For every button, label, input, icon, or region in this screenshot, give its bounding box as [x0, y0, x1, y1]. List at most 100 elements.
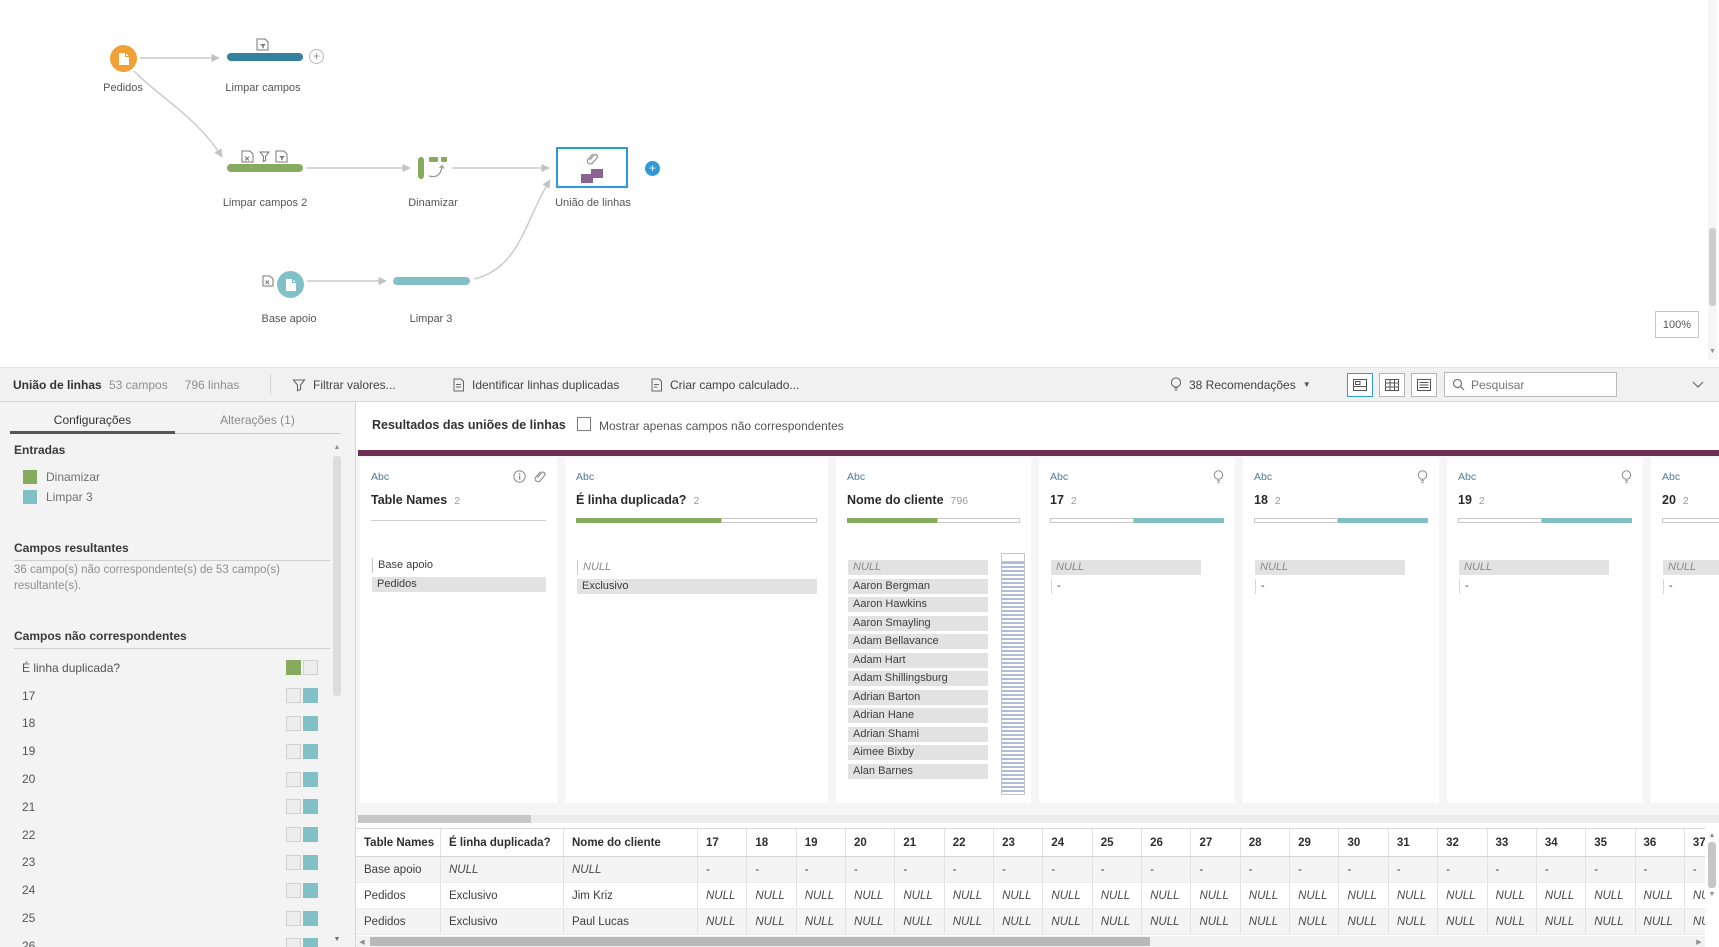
grid-cell[interactable]: NULL: [1685, 909, 1705, 934]
field-value[interactable]: Adrian Hane: [848, 708, 988, 723]
grid-cell[interactable]: -: [1142, 857, 1191, 882]
field-value[interactable]: Adam Shillingsburg: [848, 671, 988, 686]
field-value[interactable]: Aimee Bixby: [848, 745, 988, 760]
grid-header-cell[interactable]: 25: [1093, 829, 1142, 856]
grid-cell[interactable]: NULL: [797, 909, 846, 934]
field-value[interactable]: NULL: [577, 560, 817, 575]
field-value[interactable]: NULL: [1459, 560, 1609, 575]
scrollbar-thumb[interactable]: [370, 937, 1150, 946]
grid-cell[interactable]: NULL: [994, 909, 1043, 934]
grid-cell[interactable]: NULL: [1142, 909, 1191, 934]
flow-node-base-apoio[interactable]: [277, 271, 304, 298]
grid-cell[interactable]: NULL: [1043, 909, 1092, 934]
scroll-down-icon[interactable]: ▼: [332, 936, 342, 943]
mismatched-field-row[interactable]: 26: [0, 932, 356, 947]
field-value[interactable]: NULL: [1255, 560, 1405, 575]
mismatched-field-row[interactable]: 20: [0, 765, 356, 793]
grid-cell[interactable]: Exclusivo: [441, 883, 564, 908]
flow-node-uniao-de-linhas[interactable]: [556, 147, 628, 188]
grid-cell[interactable]: -: [797, 857, 846, 882]
grid-cell[interactable]: Exclusivo: [441, 909, 564, 934]
scroll-up-icon[interactable]: ▲: [1705, 832, 1719, 839]
field-card[interactable]: AbcTable Names2Base apoioPedidos: [360, 458, 557, 803]
scroll-down-icon[interactable]: ▼: [1705, 891, 1719, 898]
grid-cell[interactable]: -: [1191, 857, 1240, 882]
grid-cell[interactable]: NULL: [1636, 883, 1685, 908]
grid-header-cell[interactable]: 18: [747, 829, 796, 856]
grid-cell[interactable]: NULL: [1537, 909, 1586, 934]
grid-cell[interactable]: NULL: [747, 883, 796, 908]
grid-header-cell[interactable]: 24: [1043, 829, 1092, 856]
field-value[interactable]: Adam Hart: [848, 653, 988, 668]
input-item-dinamizar[interactable]: Dinamizar: [23, 470, 100, 484]
mismatched-field-row[interactable]: 22: [0, 821, 356, 849]
grid-cell[interactable]: -: [994, 857, 1043, 882]
grid-cell[interactable]: NULL: [1191, 883, 1240, 908]
canvas-zoom-level[interactable]: 100%: [1655, 311, 1699, 338]
sidebar-scrollbar[interactable]: ▲ ▼: [332, 446, 342, 943]
grid-header-cell[interactable]: É linha duplicada?: [441, 829, 564, 856]
grid-cell[interactable]: -: [895, 857, 944, 882]
view-toggle-grid[interactable]: [1379, 373, 1405, 397]
cards-horizontal-scrollbar[interactable]: [358, 815, 1719, 823]
field-card[interactable]: Abc182NULL-: [1243, 458, 1439, 803]
field-value[interactable]: Exclusivo: [577, 579, 817, 594]
filter-values-button[interactable]: Filtrar valores...: [292, 368, 396, 401]
grid-cell[interactable]: NULL: [1339, 883, 1388, 908]
flow-node-limpar-3[interactable]: [393, 277, 470, 285]
mismatched-field-row[interactable]: 25: [0, 904, 356, 932]
grid-cell[interactable]: -: [846, 857, 895, 882]
scroll-up-icon[interactable]: ▲: [332, 444, 342, 451]
grid-cell[interactable]: -: [1537, 857, 1586, 882]
grid-horizontal-scrollbar[interactable]: ◀ ▶: [356, 936, 1705, 947]
grid-header-cell[interactable]: 29: [1290, 829, 1339, 856]
scroll-right-icon[interactable]: ▶: [1693, 938, 1705, 946]
grid-cell[interactable]: NULL: [1488, 909, 1537, 934]
grid-cell[interactable]: NULL: [1438, 909, 1487, 934]
field-card[interactable]: Abc192NULL-: [1447, 458, 1643, 803]
grid-cell[interactable]: NULL: [1438, 883, 1487, 908]
lightbulb-icon[interactable]: [1417, 470, 1428, 484]
show-only-mismatched-checkbox[interactable]: [577, 417, 591, 431]
grid-cell[interactable]: NULL: [945, 909, 994, 934]
field-card[interactable]: Abc172NULL-: [1039, 458, 1235, 803]
mismatched-field-row[interactable]: 19: [0, 737, 356, 765]
field-value[interactable]: -: [1255, 579, 1405, 594]
tab-alteracoes[interactable]: Alterações (1): [175, 408, 340, 434]
flow-canvas[interactable]: Pedidos + Limpar campos Limpar campos 2: [0, 0, 1719, 368]
field-card[interactable]: AbcÉ linha duplicada?2NULLExclusivo: [565, 458, 828, 803]
grid-header-cell[interactable]: 34: [1537, 829, 1586, 856]
scroll-left-icon[interactable]: ◀: [356, 938, 368, 946]
grid-header-cell[interactable]: 28: [1241, 829, 1290, 856]
grid-header-cell[interactable]: 23: [994, 829, 1043, 856]
grid-cell[interactable]: NULL: [1093, 909, 1142, 934]
grid-cell[interactable]: NULL: [441, 857, 564, 882]
grid-row[interactable]: Base apoioNULLNULL---------------------: [356, 857, 1705, 883]
grid-cell[interactable]: NULL: [1339, 909, 1388, 934]
grid-header-cell[interactable]: 22: [945, 829, 994, 856]
flow-node-limpar-campos-2[interactable]: [227, 164, 303, 172]
grid-cell[interactable]: NULL: [1586, 909, 1635, 934]
field-value[interactable]: -: [1051, 579, 1201, 594]
grid-header-cell[interactable]: 26: [1142, 829, 1191, 856]
value-list-scrollbar[interactable]: [1001, 553, 1025, 795]
grid-cell[interactable]: -: [1488, 857, 1537, 882]
grid-cell[interactable]: Paul Lucas: [564, 909, 698, 934]
grid-cell[interactable]: NULL: [1191, 909, 1240, 934]
grid-cell[interactable]: -: [1636, 857, 1685, 882]
grid-cell[interactable]: NULL: [698, 883, 747, 908]
grid-cell[interactable]: NULL: [1685, 883, 1705, 908]
search-input[interactable]: [1471, 373, 1614, 396]
mismatched-field-row[interactable]: 21: [0, 793, 356, 821]
grid-cell[interactable]: Jim Kriz: [564, 883, 698, 908]
mismatched-field-row[interactable]: 23: [0, 849, 356, 877]
grid-cell[interactable]: NULL: [994, 883, 1043, 908]
grid-cell[interactable]: NULL: [1142, 883, 1191, 908]
grid-cell[interactable]: NULL: [698, 909, 747, 934]
add-step-button[interactable]: +: [645, 161, 660, 176]
grid-cell[interactable]: NULL: [1389, 909, 1438, 934]
flow-node-pedidos[interactable]: [110, 45, 137, 72]
grid-cell[interactable]: NULL: [1241, 883, 1290, 908]
canvas-vertical-scrollbar[interactable]: [1708, 0, 1717, 360]
grid-cell[interactable]: NULL: [846, 909, 895, 934]
